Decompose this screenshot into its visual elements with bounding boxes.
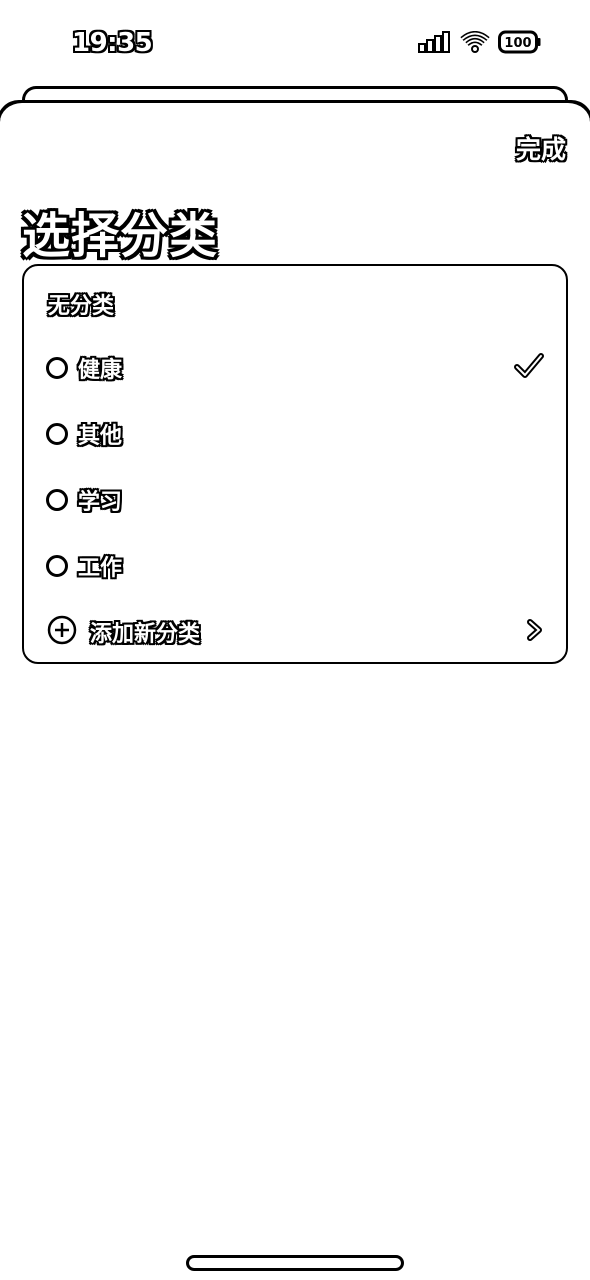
add-category-label: 添加新分类 xyxy=(90,622,201,647)
category-item-work[interactable]: 工作 xyxy=(24,539,566,593)
screen: 19:35 100 完成 选择分类 无分类 健康 其他 学习 工作 添加新分类 xyxy=(0,0,590,1280)
plus-circle-icon xyxy=(46,614,78,650)
checkmark-icon xyxy=(514,353,544,383)
category-label: 学习 xyxy=(78,490,123,515)
status-time: 19:35 xyxy=(72,28,153,58)
radio-icon xyxy=(46,489,68,511)
category-label: 其他 xyxy=(78,424,123,449)
radio-icon xyxy=(46,555,68,577)
category-list: 无分类 健康 其他 学习 工作 添加新分类 xyxy=(22,264,568,664)
category-label: 健康 xyxy=(78,358,123,383)
category-label: 工作 xyxy=(78,556,123,581)
no-category-option[interactable]: 无分类 xyxy=(48,288,114,320)
wifi-icon xyxy=(460,31,490,57)
status-icons: 100 xyxy=(418,30,542,58)
category-item-study[interactable]: 学习 xyxy=(24,473,566,527)
home-indicator[interactable] xyxy=(186,1255,404,1271)
radio-icon xyxy=(46,423,68,445)
page-title: 选择分类 xyxy=(22,208,219,264)
done-button[interactable]: 完成 xyxy=(516,130,566,166)
radio-icon xyxy=(46,357,68,379)
category-item-health[interactable]: 健康 xyxy=(24,341,566,395)
chevron-right-icon xyxy=(526,618,544,646)
category-item-other[interactable]: 其他 xyxy=(24,407,566,461)
battery-level: 100 xyxy=(504,36,531,51)
cellular-signal-icon xyxy=(418,31,452,57)
battery-icon: 100 xyxy=(498,30,542,58)
add-category-button[interactable]: 添加新分类 xyxy=(24,605,566,659)
